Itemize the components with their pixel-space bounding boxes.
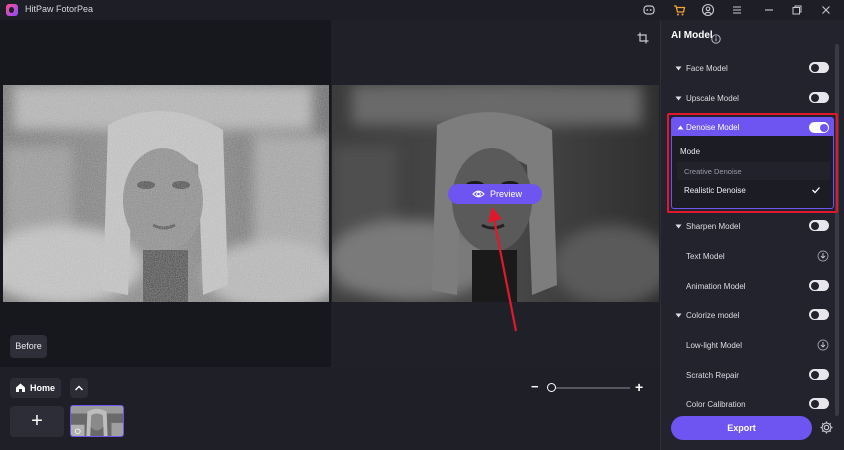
model-row-sharpen-model[interactable]: Sharpen Model — [660, 217, 835, 237]
model-row-color-calibration[interactable]: Color Calibration — [660, 395, 835, 415]
settings-icon[interactable] — [819, 420, 834, 435]
caret-down-icon — [675, 224, 682, 229]
export-button[interactable]: Export — [671, 416, 812, 440]
home-button[interactable]: Home — [10, 378, 61, 398]
app-logo — [6, 4, 18, 16]
model-row-upscale-model[interactable]: Upscale Model — [660, 89, 835, 109]
model-label: Face Model — [686, 64, 728, 73]
model-label: Animation Model — [686, 282, 746, 291]
add-image-button[interactable]: + — [10, 406, 64, 437]
title-bar: HitPaw FotorPea — [0, 0, 844, 20]
discord-icon[interactable] — [642, 3, 656, 17]
home-icon — [16, 383, 25, 392]
image-thumbnail[interactable] — [70, 405, 124, 437]
maximize-icon[interactable] — [790, 3, 804, 17]
model-row-animation-model[interactable]: Animation Model — [660, 277, 835, 297]
app-title: HitPaw FotorPea — [25, 4, 94, 14]
minimize-icon[interactable] — [762, 3, 776, 17]
panel-scrollbar[interactable] — [835, 44, 839, 416]
close-icon[interactable] — [819, 3, 833, 17]
zoom-slider-handle[interactable] — [547, 383, 556, 392]
panel-title: AI Model — [671, 30, 713, 41]
model-label: Upscale Model — [686, 94, 739, 103]
zoom-slider-track[interactable] — [548, 387, 630, 389]
before-image — [3, 85, 329, 302]
download-icon[interactable] — [817, 250, 829, 262]
color-calibration-toggle[interactable] — [809, 398, 829, 409]
model-row-low-light-model[interactable]: Low-light Model — [660, 336, 835, 356]
zoom-out-button[interactable]: − — [531, 380, 541, 393]
preview-label: Preview — [490, 189, 523, 199]
animation-model-toggle[interactable] — [809, 280, 829, 291]
cart-icon[interactable] — [672, 3, 686, 17]
highlight-box — [667, 113, 838, 213]
face-model-toggle[interactable] — [809, 62, 829, 73]
colorize-model-toggle[interactable] — [809, 309, 829, 320]
model-row-colorize-model[interactable]: Colorize model — [660, 306, 835, 326]
model-row-scratch-repair[interactable]: Scratch Repair — [660, 366, 835, 386]
collapse-button[interactable] — [70, 378, 88, 398]
download-icon[interactable] — [817, 339, 829, 351]
model-label: Color Calibration — [686, 400, 746, 409]
chevron-up-icon — [75, 385, 83, 391]
model-label: Sharpen Model — [686, 222, 741, 231]
model-row-face-model[interactable]: Face Model — [660, 59, 835, 79]
caret-down-icon — [675, 66, 682, 71]
model-label: Low-light Model — [686, 341, 743, 350]
before-toggle-button[interactable]: Before — [10, 335, 47, 358]
model-label: Text Model — [686, 252, 725, 261]
zoom-in-button[interactable]: + — [635, 380, 647, 394]
account-icon[interactable] — [701, 3, 715, 17]
annotation-arrow — [488, 207, 518, 332]
scratch-repair-toggle[interactable] — [809, 369, 829, 380]
upscale-model-toggle[interactable] — [809, 92, 829, 103]
home-label: Home — [30, 383, 56, 393]
sharpen-model-toggle[interactable] — [809, 220, 829, 231]
model-label: Colorize model — [686, 311, 740, 320]
caret-down-icon — [675, 313, 682, 318]
info-icon[interactable] — [711, 31, 721, 44]
caret-down-icon — [675, 96, 682, 101]
eye-icon — [472, 190, 485, 198]
preview-button[interactable]: Preview — [448, 184, 542, 204]
crop-icon[interactable] — [636, 31, 650, 45]
model-label: Scratch Repair — [686, 371, 739, 380]
menu-icon[interactable] — [730, 3, 744, 17]
model-row-text-model[interactable]: Text Model — [660, 247, 835, 267]
